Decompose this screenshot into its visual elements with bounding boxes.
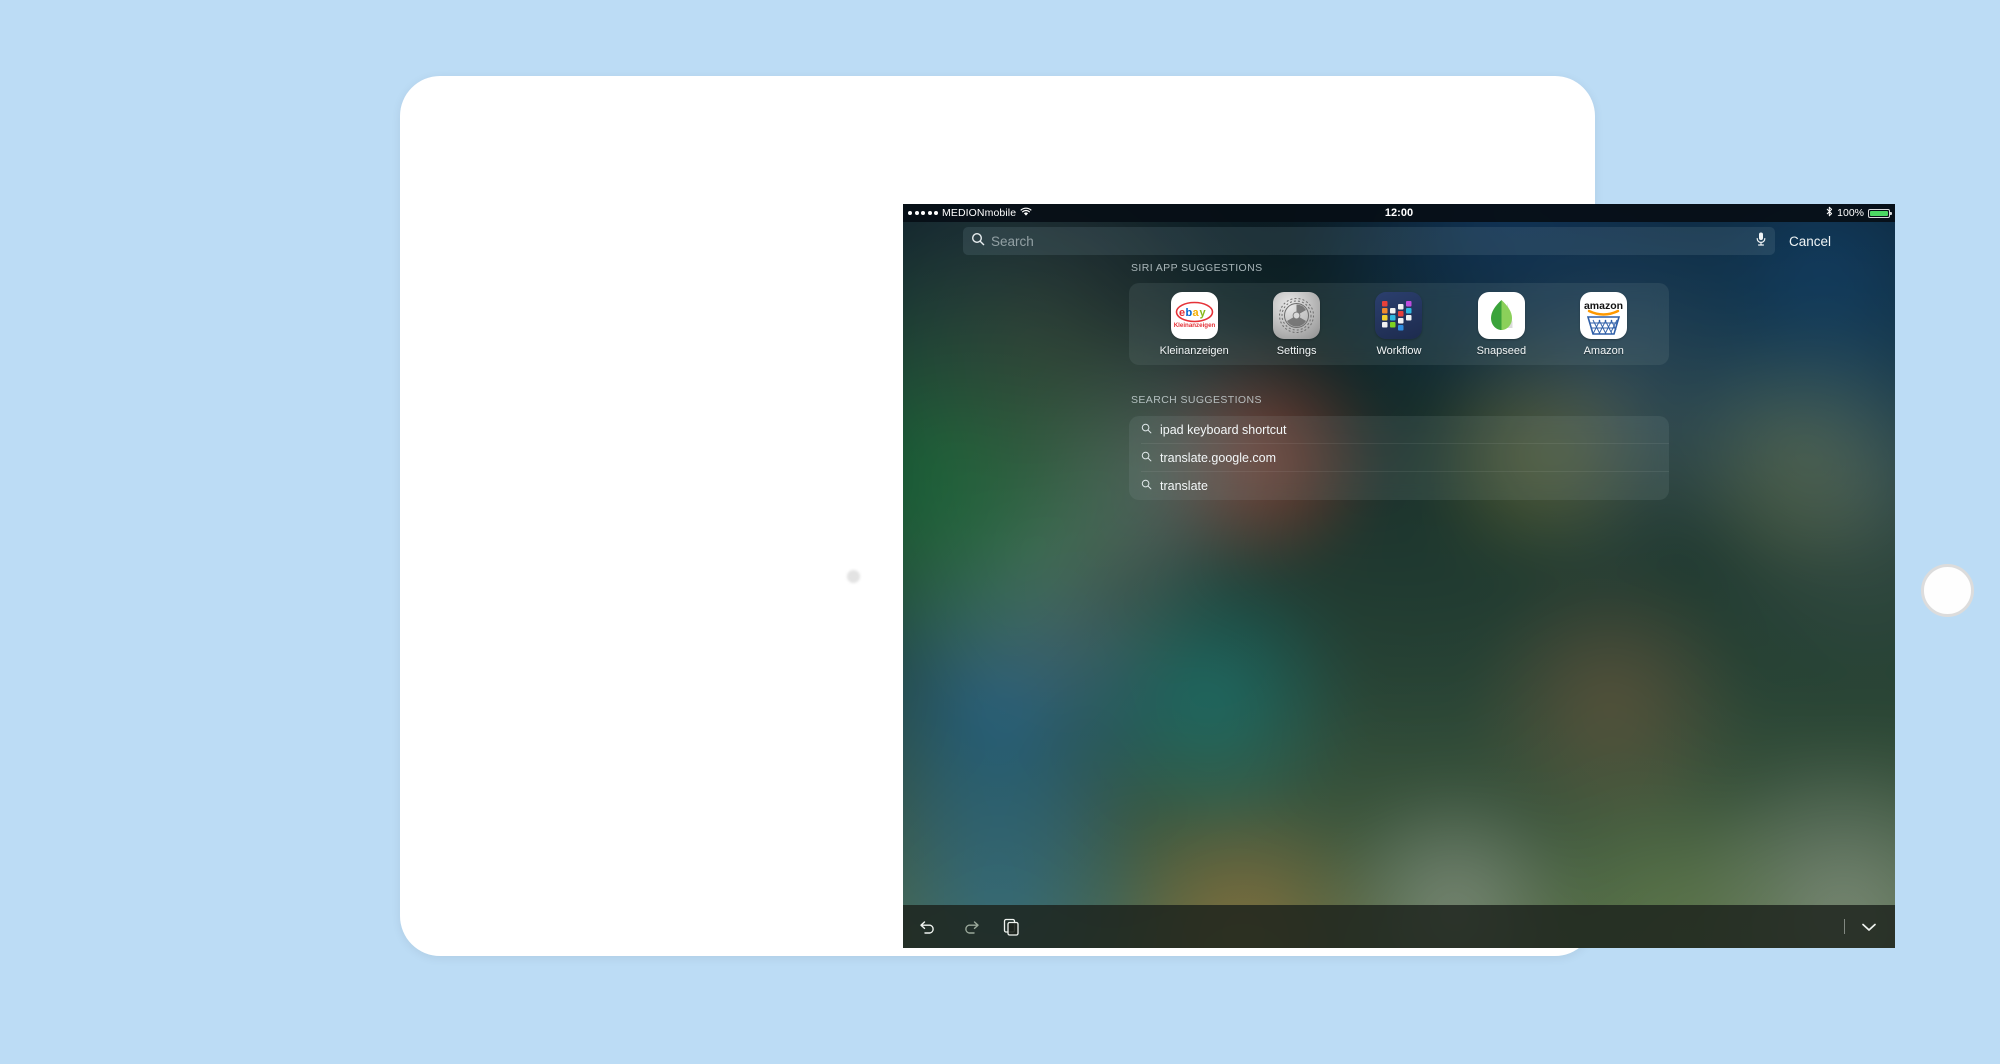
status-bar-right: 100% — [1826, 206, 1892, 220]
app-label: Kleinanzeigen — [1159, 344, 1229, 357]
toolbar-divider — [1844, 919, 1845, 934]
status-bar: MEDIONmobile 12:00 100% — [903, 204, 1895, 222]
svg-text:y: y — [1199, 307, 1206, 319]
snapseed-icon — [1477, 291, 1525, 339]
svg-text:e: e — [1179, 307, 1185, 319]
search-icon — [1141, 479, 1152, 493]
undo-icon[interactable] — [919, 919, 938, 935]
redo-icon[interactable] — [961, 919, 980, 935]
svg-text:a: a — [1192, 307, 1199, 319]
siri-suggestions-header: SIRI APP SUGGESTIONS — [1131, 262, 1263, 274]
chevron-down-icon[interactable] — [1859, 920, 1879, 934]
suggestion-row[interactable]: translate.google.com — [1129, 444, 1669, 472]
search-icon — [1141, 423, 1152, 437]
toolbar-right-group — [1844, 919, 1879, 934]
search-input[interactable]: Search — [963, 227, 1775, 255]
app-amazon[interactable]: amazon Amazon — [1563, 291, 1645, 357]
app-label: Snapseed — [1476, 344, 1527, 357]
front-camera — [847, 570, 860, 583]
app-snapseed[interactable]: Snapseed — [1460, 291, 1542, 357]
suggestion-row[interactable]: translate — [1129, 472, 1669, 500]
app-label: Amazon — [1583, 344, 1624, 357]
paste-icon[interactable] — [1003, 918, 1020, 936]
search-suggestions-list: ipad keyboard shortcut translate.google.… — [1129, 416, 1669, 500]
suggestion-text: translate.google.com — [1160, 451, 1277, 465]
suggestion-text: translate — [1160, 479, 1208, 493]
suggestion-row[interactable]: ipad keyboard shortcut — [1129, 416, 1669, 444]
search-bar-row: Search Cancel — [903, 222, 1895, 260]
search-suggestions-header: SEARCH SUGGESTIONS — [1131, 394, 1262, 406]
app-label: Settings — [1276, 344, 1317, 357]
suggestion-text: ipad keyboard shortcut — [1160, 423, 1287, 437]
search-placeholder-text: Search — [991, 233, 1034, 249]
settings-gear-icon — [1273, 291, 1321, 339]
app-label: Workflow — [1376, 344, 1422, 357]
app-settings[interactable]: Settings — [1256, 291, 1338, 357]
app-workflow[interactable]: Workflow — [1358, 291, 1440, 357]
ebay-kleinanzeigen-icon: e b a y Kleinanzeigen — [1170, 291, 1218, 339]
svg-text:Kleinanzeigen: Kleinanzeigen — [1173, 322, 1215, 329]
battery-icon — [1868, 208, 1892, 218]
cancel-button[interactable]: Cancel — [1789, 234, 1831, 249]
app-kleinanzeigen[interactable]: e b a y Kleinanzeigen Kleinanzeigen — [1153, 291, 1235, 357]
siri-app-list: e b a y Kleinanzeigen Kleinanzeigen Sett… — [1129, 283, 1669, 365]
search-icon — [971, 232, 985, 251]
svg-text:b: b — [1185, 307, 1192, 319]
tablet-device: MEDIONmobile 12:00 100% Search Cancel SI… — [400, 76, 1974, 956]
battery-percent-label: 100% — [1837, 207, 1864, 219]
bottom-toolbar — [903, 905, 1895, 948]
bluetooth-icon — [1826, 206, 1833, 220]
workflow-icon — [1375, 291, 1423, 339]
home-button[interactable] — [1921, 564, 1974, 617]
toolbar-left-group — [919, 918, 1020, 936]
amazon-icon: amazon — [1580, 291, 1628, 339]
microphone-icon[interactable] — [1755, 231, 1767, 252]
status-bar-time: 12:00 — [1384, 207, 1414, 219]
tablet-screen: MEDIONmobile 12:00 100% Search Cancel SI… — [903, 204, 1895, 948]
search-icon — [1141, 451, 1152, 465]
